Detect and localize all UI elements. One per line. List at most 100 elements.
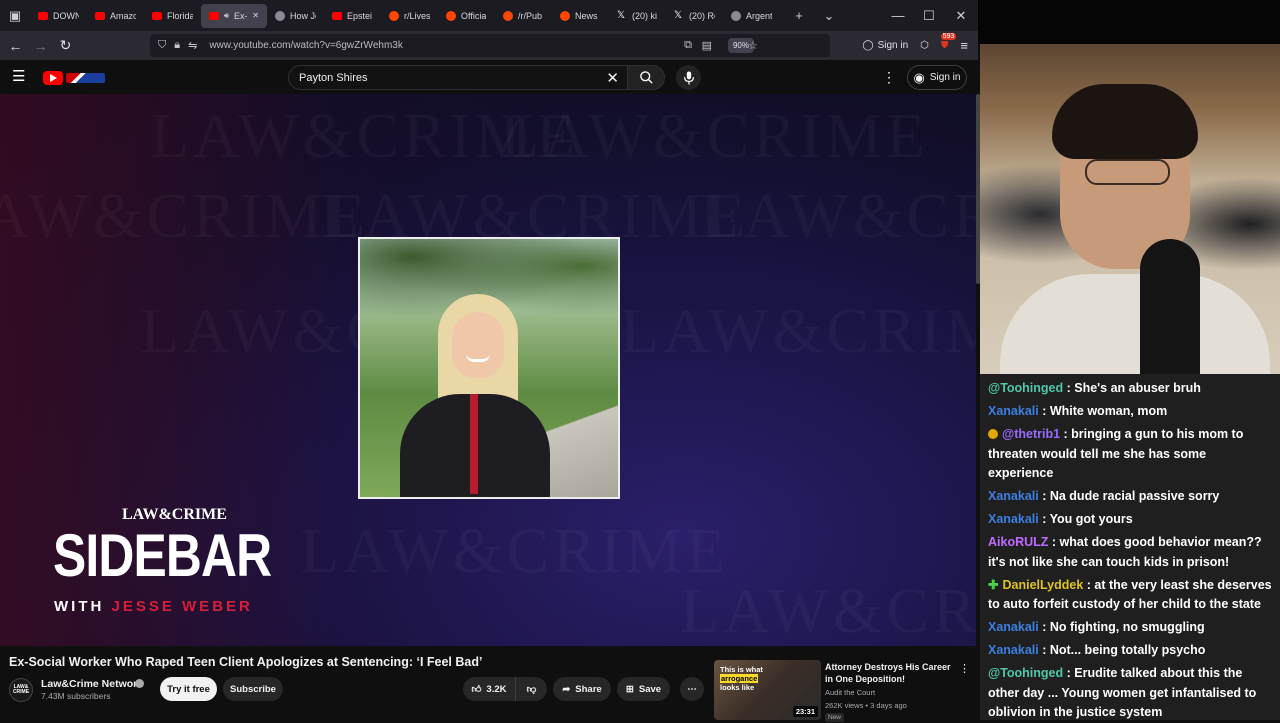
recommended-menu-icon[interactable]: ⋮ <box>959 662 970 675</box>
chat-separator: : <box>1038 404 1050 418</box>
reload-icon[interactable]: ↻ <box>53 31 78 60</box>
microphone-icon <box>683 70 694 85</box>
browser-nav-bar: ← → ↻ ⛉ 🔒︎ ⇋ www.youtube.com/watch?v=6gw… <box>0 31 978 60</box>
minimize-icon[interactable]: — <box>882 0 914 31</box>
browser-sign-in[interactable]: Sign in <box>878 40 909 51</box>
microphone-icon <box>1140 239 1200 374</box>
dislike-button[interactable]: 👎︎ <box>515 677 547 701</box>
tab-label: Amazo <box>110 10 136 21</box>
bookmark-star-icon[interactable]: ☆ <box>748 39 758 52</box>
settings-more-icon[interactable]: ⋮ <box>882 68 896 86</box>
channel-avatar[interactable]: LAW& CRIME <box>9 678 33 702</box>
chat-username[interactable]: Xanakali <box>988 512 1039 526</box>
browser-tab[interactable]: /r/Pub <box>495 4 552 28</box>
shield-icon[interactable]: ⛉ <box>158 39 166 52</box>
youtube-favicon-icon <box>95 11 105 20</box>
gifter-badge-icon: ✚ <box>988 577 999 592</box>
voice-search-button[interactable] <box>676 65 701 90</box>
youtube-sign-in-button[interactable]: ◉ Sign in <box>907 65 967 90</box>
permissions-icon[interactable]: ⇋ <box>188 39 197 52</box>
chat-username[interactable]: AikoRULZ <box>988 535 1048 549</box>
browser-tab[interactable]: How Je <box>267 4 324 28</box>
ublock-icon[interactable]: ⛊ 593 <box>940 33 957 51</box>
thumbnail-caption-line3: looks like <box>720 683 755 692</box>
video-player[interactable]: LAW&CRIME LAW&CRIME LAW&CRIME LAW&CRIME … <box>0 94 976 646</box>
tab-overview-icon[interactable]: ▣ <box>0 0 30 31</box>
chat-username[interactable]: DanielLyddek <box>1002 578 1083 592</box>
chat-separator: : <box>1048 535 1060 549</box>
recommended-thumbnail[interactable]: This is what arrogance looks like 23:31 <box>714 660 821 720</box>
app-menu-icon[interactable]: ≡ <box>960 38 968 53</box>
show-subtitle: WITH JESSE WEBER <box>54 598 253 615</box>
channel-name[interactable]: Law&Crime Network <box>41 678 143 690</box>
youtube-favicon-icon <box>209 11 219 20</box>
blocked-count: 593 <box>940 33 957 40</box>
guide-menu-icon[interactable]: ☰ <box>12 68 30 86</box>
search-input[interactable]: Payton Shires ✕ <box>288 65 628 90</box>
user-circle-icon: ◉ <box>913 69 925 85</box>
chat-username[interactable]: Xanakali <box>988 489 1039 503</box>
search-button[interactable] <box>627 65 665 90</box>
list-tabs-icon[interactable]: ⌄ <box>814 0 844 31</box>
browser-tab[interactable]: Argent <box>723 4 780 28</box>
like-button[interactable]: 👍︎ 3.2K <box>463 677 515 701</box>
chat-username[interactable]: @Toohinged <box>988 381 1063 395</box>
browser-tab[interactable]: (20) Re <box>666 4 723 28</box>
thumbnail-caption-highlight: arrogance <box>720 674 759 683</box>
tab-label: (20) ki <box>632 10 658 21</box>
chat-username[interactable]: Xanakali <box>988 643 1039 657</box>
chat-username[interactable]: @Toohinged <box>988 666 1063 680</box>
speaker-icon[interactable]: 🔊︎ <box>224 11 229 21</box>
url-text[interactable]: www.youtube.com/watch?v=6gwZrWehm3k <box>209 40 403 51</box>
doodle-flag-icon <box>65 72 105 83</box>
maximize-icon[interactable]: ☐ <box>913 0 945 31</box>
browser-tab[interactable]: Epstei <box>324 4 381 28</box>
picture-in-picture-icon[interactable]: ⧉ <box>684 39 692 52</box>
browser-tab[interactable]: News <box>552 4 609 28</box>
browser-tab[interactable]: Florida <box>144 4 201 28</box>
youtube-logo[interactable] <box>43 70 105 85</box>
account-icon[interactable]: ◯ <box>862 40 873 51</box>
recommended-title[interactable]: Attorney Destroys His Career in One Depo… <box>825 661 957 685</box>
close-window-icon[interactable]: ✕ <box>945 0 977 31</box>
youtube-play-icon <box>43 70 63 85</box>
show-subtitle-with: WITH <box>54 598 105 615</box>
browser-tab[interactable]: (20) ki <box>609 4 666 28</box>
thumbnail-caption: This is what arrogance looks like <box>720 665 772 692</box>
show-logo: LAW&CRIME SIDEBAR WITH JESSE WEBER <box>53 506 283 616</box>
search-query[interactable]: Payton Shires <box>299 72 367 84</box>
tab-label: News <box>575 10 598 21</box>
browser-tab[interactable]: Officia <box>438 4 495 28</box>
more-actions-button[interactable]: ⋯ <box>680 677 704 701</box>
verified-icon <box>135 679 144 688</box>
try-free-button[interactable]: Try it free <box>160 677 217 701</box>
recommended-channel[interactable]: Audit the Court <box>825 688 875 697</box>
chat-username[interactable]: @thetrib1 <box>1002 427 1060 441</box>
address-bar[interactable]: ⛉ 🔒︎ ⇋ www.youtube.com/watch?v=6gwZrWehm… <box>150 34 830 57</box>
youtube-favicon-icon <box>152 11 162 20</box>
tab-label: r/Lives <box>404 10 430 21</box>
extensions-icon[interactable]: ⬡ <box>920 40 929 51</box>
chat-separator: : <box>1038 512 1050 526</box>
back-icon[interactable]: ← <box>3 31 28 60</box>
chat-username[interactable]: Xanakali <box>988 620 1039 634</box>
share-button[interactable]: ➦ Share <box>553 677 611 701</box>
lock-icon[interactable]: 🔒︎ <box>174 39 180 52</box>
clear-search-icon[interactable]: ✕ <box>606 69 619 87</box>
browser-tab[interactable]: r/Lives <box>381 4 438 28</box>
search-icon <box>639 71 653 84</box>
thumbs-up-icon: 👍︎ <box>471 684 482 695</box>
close-tab-icon[interactable]: ✕ <box>252 11 259 20</box>
save-button[interactable]: ⊞ Save <box>617 677 670 701</box>
subscribe-button[interactable]: Subscribe <box>223 677 283 701</box>
recommended-video[interactable]: This is what arrogance looks like 23:31 … <box>714 660 976 722</box>
chat-username[interactable]: Xanakali <box>988 404 1039 418</box>
browser-tab[interactable]: Amazo <box>87 4 144 28</box>
tab-label: How Je <box>290 10 316 21</box>
new-tab-icon[interactable]: + <box>784 0 814 31</box>
browser-tab[interactable]: 🔊︎ Ex- ✕ <box>201 3 267 28</box>
forward-icon[interactable]: → <box>28 31 53 60</box>
browser-tab[interactable]: DOWN <box>30 4 87 28</box>
reader-view-icon[interactable]: ▤ <box>702 39 712 52</box>
show-title: SIDEBAR <box>53 522 272 589</box>
